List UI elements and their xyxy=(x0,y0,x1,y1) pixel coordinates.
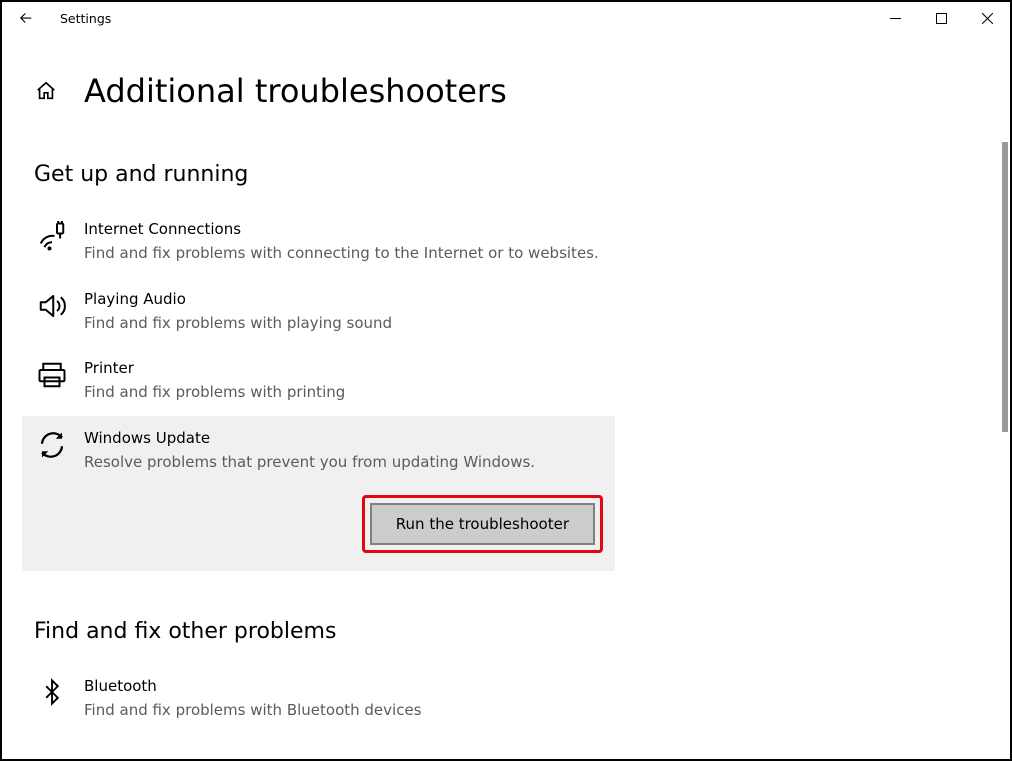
highlight-box: Run the troubleshooter xyxy=(362,495,603,553)
section-title-running: Get up and running xyxy=(34,162,1008,187)
title-bar: Settings xyxy=(2,2,1010,34)
troubleshooter-name: Playing Audio xyxy=(84,289,603,310)
troubleshooter-windows-update[interactable]: Windows Update Resolve problems that pre… xyxy=(22,416,615,572)
troubleshooter-desc: Find and fix problems with Bluetooth dev… xyxy=(84,699,603,722)
close-button[interactable] xyxy=(964,2,1010,34)
troubleshooter-list: Internet Connections Find and fix proble… xyxy=(22,207,615,571)
maximize-button[interactable] xyxy=(918,2,964,34)
troubleshooter-internet-connections[interactable]: Internet Connections Find and fix proble… xyxy=(22,207,615,277)
troubleshooter-name: Printer xyxy=(84,358,603,379)
troubleshooter-list-other: Bluetooth Find and fix problems with Blu… xyxy=(22,664,615,734)
troubleshooter-desc: Find and fix problems with connecting to… xyxy=(84,242,603,265)
scrollbar[interactable] xyxy=(1002,142,1008,432)
troubleshooter-printer[interactable]: Printer Find and fix problems with print… xyxy=(22,346,615,416)
troubleshooter-desc: Resolve problems that prevent you from u… xyxy=(84,451,603,474)
troubleshooter-name: Internet Connections xyxy=(84,219,603,240)
page-header: Additional troubleshooters xyxy=(2,72,1010,110)
bluetooth-icon xyxy=(34,678,70,722)
home-icon[interactable] xyxy=(32,77,60,105)
window-controls xyxy=(872,2,1010,34)
printer-icon xyxy=(34,360,70,404)
minimize-button[interactable] xyxy=(872,2,918,34)
page-title: Additional troubleshooters xyxy=(84,72,507,110)
internet-icon xyxy=(34,221,70,265)
troubleshooter-desc: Find and fix problems with playing sound xyxy=(84,312,603,335)
section-title-other: Find and fix other problems xyxy=(34,619,1008,644)
audio-icon xyxy=(34,291,70,335)
troubleshooter-bluetooth[interactable]: Bluetooth Find and fix problems with Blu… xyxy=(22,664,615,734)
update-icon xyxy=(34,430,70,460)
window-title: Settings xyxy=(60,11,111,26)
troubleshooter-playing-audio[interactable]: Playing Audio Find and fix problems with… xyxy=(22,277,615,347)
back-button[interactable] xyxy=(6,2,46,34)
troubleshooter-desc: Find and fix problems with printing xyxy=(84,381,603,404)
troubleshooter-name: Bluetooth xyxy=(84,676,603,697)
content-area: Get up and running Internet Connections … xyxy=(4,142,1008,757)
troubleshooter-name: Windows Update xyxy=(84,428,603,449)
run-troubleshooter-button[interactable]: Run the troubleshooter xyxy=(370,503,595,545)
